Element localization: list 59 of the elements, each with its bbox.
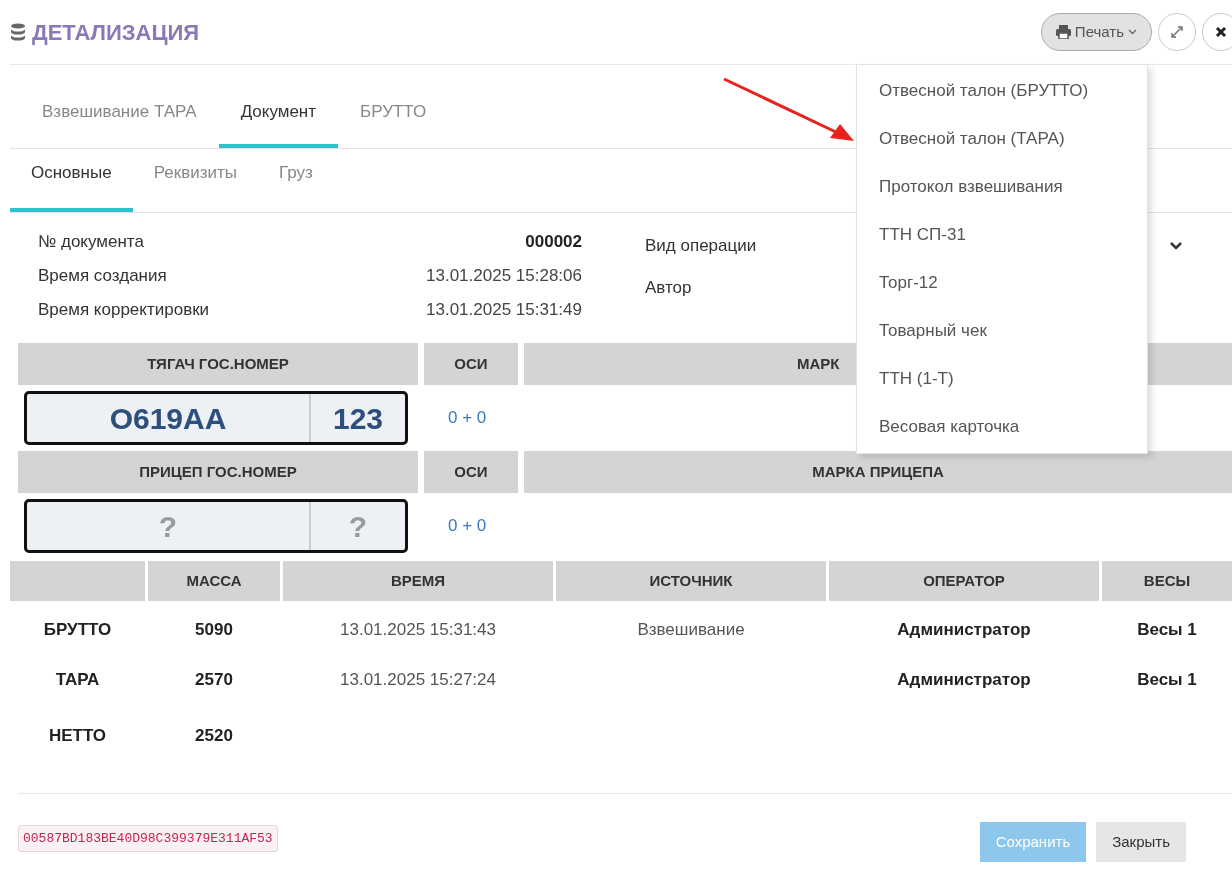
- expand-icon: [1170, 25, 1184, 39]
- table-header: ОПЕРАТОР: [829, 561, 1099, 601]
- database-icon: [10, 23, 26, 41]
- chevron-down-icon: [1128, 29, 1137, 35]
- table-cell: 13.01.2025 15:27:24: [340, 670, 496, 690]
- menu-item[interactable]: Отвесной талон (ТАРА): [857, 115, 1147, 163]
- field-label: Автор: [645, 277, 692, 300]
- subtab[interactable]: Основные: [10, 152, 133, 212]
- plate-number: О619АА: [108, 400, 228, 437]
- table-header: МАССА: [148, 561, 280, 601]
- table-cell: 2520: [195, 726, 233, 746]
- menu-item[interactable]: Отвесной талон (БРУТТО): [857, 67, 1147, 115]
- chevron-down-icon: [1170, 242, 1182, 250]
- table-cell-text: БРУТТО: [42, 619, 113, 642]
- table-header: ОСИ: [424, 451, 518, 493]
- printer-icon: [1055, 25, 1071, 39]
- table-cell: Взвешивание: [637, 620, 745, 640]
- field-value: 000002: [525, 231, 582, 254]
- table-header: ОСИ: [424, 343, 518, 385]
- axles-value: 0 + 0: [448, 407, 487, 430]
- table-cell: 5090: [195, 620, 233, 640]
- table-header: ТЯГАЧ ГОС.НОМЕР: [18, 343, 418, 385]
- plate-region: 123: [309, 394, 405, 442]
- table-cell: Администратор: [897, 670, 1031, 690]
- close-icon: [1215, 26, 1227, 38]
- menu-item[interactable]: Весовая карточка: [857, 403, 1147, 451]
- dialog-title: ДЕТАЛИЗАЦИЯ: [32, 18, 200, 47]
- field-label: Время корректировки: [38, 299, 210, 322]
- menu-item[interactable]: ТТН СП-31: [857, 211, 1147, 259]
- field-value: 13.01.2025 15:28:06: [426, 265, 582, 288]
- axles-value: 0 + 0: [448, 515, 487, 538]
- menu-item[interactable]: Торг-12: [857, 259, 1147, 307]
- table-cell-text: НЕТТО: [47, 725, 108, 748]
- table-cell: 2570: [195, 670, 233, 690]
- table-cell-text: ТАРА: [54, 669, 101, 692]
- subtab[interactable]: Реквизиты: [132, 152, 258, 212]
- table-header: ВРЕМЯ: [283, 561, 553, 601]
- tab[interactable]: Взвешивание ТАРА: [20, 92, 219, 148]
- tab[interactable]: Документ: [218, 92, 339, 148]
- menu-item[interactable]: Протокол взвешивания: [857, 163, 1147, 211]
- field-label: Вид операции: [645, 235, 757, 258]
- table-header: ПРИЦЕП ГОС.НОМЕР: [18, 451, 418, 493]
- field-label: Время создания: [38, 265, 167, 288]
- field-label: № документа: [38, 231, 144, 254]
- close-dialog-button[interactable]: Закрыть: [1096, 822, 1186, 862]
- subtab[interactable]: Груз: [258, 152, 334, 212]
- table-header: ИСТОЧНИК: [556, 561, 826, 601]
- table-cell: Весы 1: [1137, 670, 1197, 690]
- tab[interactable]: БРУТТО: [338, 92, 449, 148]
- table-cell: Администратор: [897, 620, 1031, 640]
- document-hash: 00587BD183BE40D98C399379E311AF53: [18, 824, 278, 852]
- field-value: 13.01.2025 15:31:49: [426, 299, 582, 322]
- table-cell: Весы 1: [1137, 620, 1197, 640]
- plate-region: ?: [309, 502, 405, 550]
- table-header: ВЕСЫ: [1102, 561, 1232, 601]
- print-button[interactable]: Печать: [1040, 13, 1152, 51]
- table-header: МАРКА ПРИЦЕПА: [524, 451, 1232, 493]
- table-cell: 13.01.2025 15:31:43: [340, 620, 496, 640]
- plate-number: ?: [157, 508, 179, 545]
